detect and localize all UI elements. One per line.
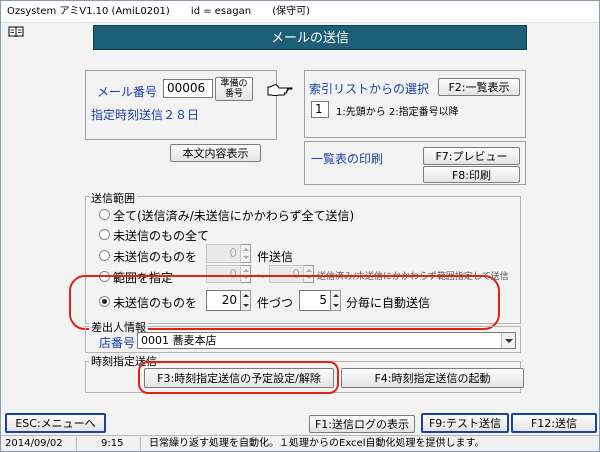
status-time: 9:15 — [77, 437, 141, 451]
title-bar: Ozsystem アミV1.10 (AmiL0201) id = esagan … — [1, 1, 599, 23]
index-mode-desc: 1:先頭から 2:指定番号以降 — [336, 107, 459, 118]
list-view-button[interactable]: F2:一覧表示 — [438, 78, 520, 96]
radio-unsent-count-label: 未送信のものを — [113, 250, 198, 264]
highlight-timed-send — [138, 361, 339, 394]
send-range-legend: 送信範囲 — [89, 190, 137, 206]
index-label: 索引リストからの選択 — [309, 82, 430, 96]
book-icon[interactable] — [8, 26, 24, 38]
start-timed-send-button[interactable]: F4:時刻指定送信の起動 — [341, 368, 524, 388]
permission-label: (保守可) — [272, 6, 311, 17]
unsent-count-spinner[interactable] — [241, 244, 251, 263]
store-select[interactable]: 0001 蕎麦本店 — [137, 332, 516, 349]
print-button[interactable]: F8:印刷 — [423, 166, 520, 183]
app-window: Ozsystem アミV1.10 (AmiL0201) id = esagan … — [0, 0, 600, 452]
status-message: 日常繰り返す処理を自動化。１処理からのExcel自動化処理を提供します。 — [149, 438, 485, 449]
page-title: メールの送信 — [93, 25, 527, 50]
radio-unsent-all[interactable] — [99, 229, 110, 240]
app-title: Ozsystem アミV1.10 (AmiL0201) — [7, 6, 170, 17]
radio-unsent-all-label: 未送信のもの全て — [113, 229, 210, 243]
chevron-down-icon[interactable] — [501, 333, 515, 348]
pointing-hand-icon — [267, 84, 293, 96]
scheduled-info: 指定時刻送信２８日 — [91, 108, 200, 122]
test-send-button[interactable]: F9:テスト送信 — [421, 413, 509, 433]
preview-button[interactable]: F7:プレビュー — [423, 147, 520, 165]
index-mode-input[interactable]: 1 — [311, 101, 329, 118]
radio-send-all[interactable] — [99, 209, 110, 220]
send-log-button[interactable]: F1:送信ログの表示 — [309, 415, 415, 433]
status-date: 2014/09/02 — [1, 437, 77, 451]
unsent-count-suffix: 件送信 — [257, 250, 294, 264]
store-number-label: 店番号 — [99, 336, 136, 350]
user-id: id = esagan — [190, 6, 252, 17]
prep-number-button[interactable]: 準備の 番号 — [215, 77, 253, 101]
print-label: 一覧表の印刷 — [311, 152, 384, 166]
mail-number-label: メール番号 — [97, 85, 158, 99]
send-button[interactable]: F12:送信 — [511, 413, 597, 433]
prep-button-line2: 番号 — [224, 89, 243, 99]
radio-unsent-count[interactable] — [99, 250, 110, 261]
store-select-value: 0001 蕎麦本店 — [141, 334, 217, 347]
prep-button-line1: 準備の — [220, 79, 248, 89]
status-bar: 2014/09/02 9:15 日常繰り返す処理を自動化。１処理からのExcel… — [1, 435, 599, 451]
unsent-count-input[interactable]: 0 — [206, 244, 241, 263]
radio-send-all-label: 全て(送信済み/未送信にかかわらず全て送信) — [113, 209, 355, 223]
esc-menu-button[interactable]: ESC:メニューへ — [5, 413, 106, 433]
show-body-button[interactable]: 本文内容表示 — [170, 144, 261, 162]
mail-number-input[interactable]: 00006 — [163, 79, 213, 98]
